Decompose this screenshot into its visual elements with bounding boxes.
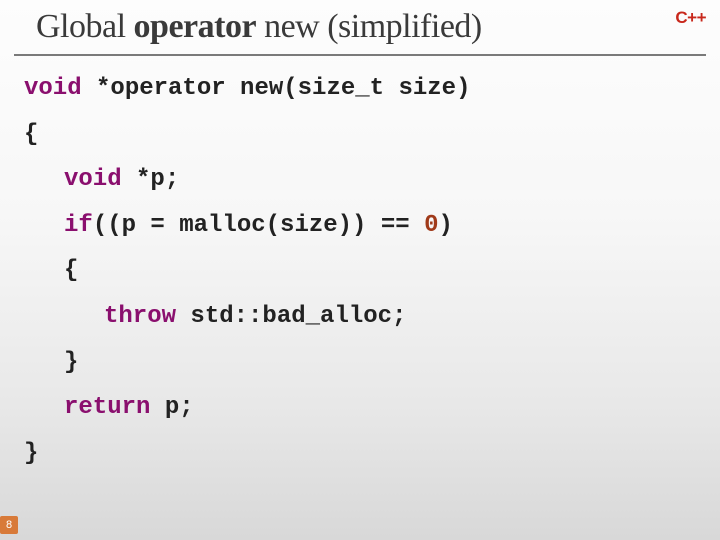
literal-zero: 0 xyxy=(424,212,438,239)
slide-title: Global operator new (simplified) xyxy=(36,8,482,46)
code-block: void *operator new(size_t size) { void *… xyxy=(24,66,470,476)
keyword-void: void xyxy=(64,166,122,193)
code-line-7: } xyxy=(64,340,470,386)
language-badge: C++ xyxy=(675,8,706,28)
code-line-3: void *p; xyxy=(64,157,470,203)
code-text: ) xyxy=(438,212,452,239)
code-text: *operator new(size_t size) xyxy=(82,75,471,102)
keyword-throw: throw xyxy=(104,303,176,330)
code-line-8: return p; xyxy=(64,385,470,431)
code-text: *p; xyxy=(122,166,180,193)
code-line-2: { xyxy=(24,112,470,158)
code-text: ((p = malloc(size)) == xyxy=(93,212,424,239)
title-prefix: Global xyxy=(36,8,134,45)
code-line-1: void *operator new(size_t size) xyxy=(24,66,470,112)
code-text: std::bad_alloc; xyxy=(176,303,406,330)
title-suffix: new (simplified) xyxy=(256,8,482,45)
keyword-return: return xyxy=(64,394,150,421)
code-text: p; xyxy=(150,394,193,421)
code-line-4: if((p = malloc(size)) == 0) xyxy=(64,203,470,249)
page-number: 8 xyxy=(0,516,18,534)
title-bold: operator xyxy=(134,8,257,45)
code-line-9: } xyxy=(24,431,470,477)
code-line-6: throw std::bad_alloc; xyxy=(104,294,470,340)
code-line-5: { xyxy=(64,248,470,294)
keyword-void: void xyxy=(24,75,82,102)
title-underline xyxy=(14,54,706,56)
keyword-if: if xyxy=(64,212,93,239)
